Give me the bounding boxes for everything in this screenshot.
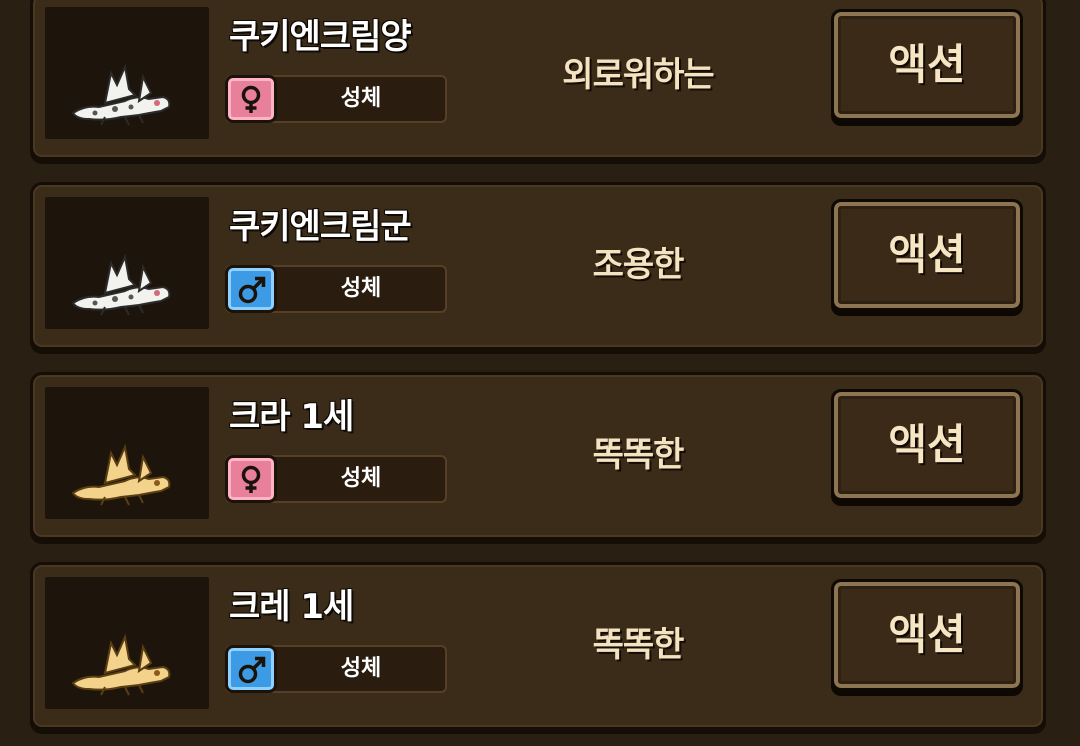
creature-name: 쿠키엔크림양 <box>229 17 412 57</box>
action-button-label: 액션 <box>888 610 966 659</box>
action-button-label: 액션 <box>888 230 966 279</box>
growth-stage-label: 성체 <box>340 86 382 111</box>
creature-card: 크라 1세 성체 똑똑한 액션 <box>30 372 1046 540</box>
personality-trait: 똑똑한 <box>592 435 685 475</box>
action-button[interactable]: 액션 <box>831 199 1023 311</box>
growth-stage-label: 성체 <box>340 276 382 301</box>
male-symbol-icon <box>238 656 266 684</box>
creature-status-box: 성체 <box>225 645 447 693</box>
personality-trait: 조용한 <box>592 245 685 285</box>
creature-name: 쿠키엔크림군 <box>229 207 412 247</box>
female-symbol-icon <box>241 465 261 493</box>
personality-trait: 외로워하는 <box>562 55 714 95</box>
creature-status-box: 성체 <box>225 455 447 503</box>
action-button[interactable]: 액션 <box>831 579 1023 691</box>
creature-status-box: 성체 <box>225 265 447 313</box>
female-symbol-icon <box>241 85 261 113</box>
creature-name: 크레 1세 <box>229 587 354 627</box>
growth-stage-label: 성체 <box>340 466 382 491</box>
creature-portrait <box>45 197 209 329</box>
personality-trait: 똑똑한 <box>592 625 685 665</box>
action-button[interactable]: 액션 <box>831 9 1023 121</box>
action-button-label: 액션 <box>888 420 966 469</box>
creature-card: 크레 1세 성체 똑똑한 액션 <box>30 562 1046 730</box>
dragon-yellow-icon <box>71 633 171 696</box>
creature-list: 쿠키엔크림양 성체 외로워하는 액션 쿠키엔크림군 성체 조용한 액션 크라 1… <box>0 0 1080 746</box>
gender-badge <box>225 455 277 503</box>
creature-portrait <box>45 7 209 139</box>
gender-badge <box>225 645 277 693</box>
dragon-white-icon <box>71 253 171 316</box>
action-button[interactable]: 액션 <box>831 389 1023 501</box>
creature-name: 크라 1세 <box>229 397 354 437</box>
creature-portrait <box>45 387 209 519</box>
dragon-white-icon <box>71 63 171 126</box>
action-button-label: 액션 <box>888 40 966 89</box>
creature-status-box: 성체 <box>225 75 447 123</box>
gender-badge <box>225 75 277 123</box>
growth-stage-label: 성체 <box>340 656 382 681</box>
dragon-yellow-icon <box>71 443 171 506</box>
male-symbol-icon <box>238 276 266 304</box>
creature-portrait <box>45 577 209 709</box>
gender-badge <box>225 265 277 313</box>
creature-card: 쿠키엔크림양 성체 외로워하는 액션 <box>30 0 1046 160</box>
creature-card: 쿠키엔크림군 성체 조용한 액션 <box>30 182 1046 350</box>
